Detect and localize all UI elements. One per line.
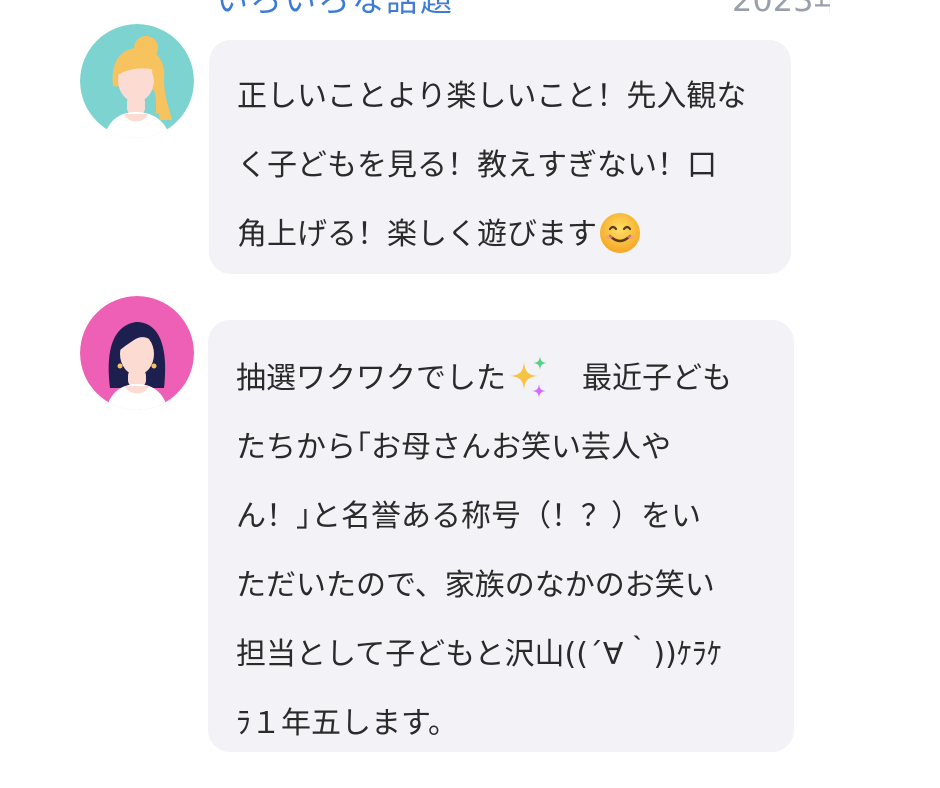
message-text-rest: 最近子ども たちから｢お母さんお笑い芸人や ん！｣と名誉ある称号（！？）をい た… (236, 361, 732, 741)
message-row: 抽選ワクワクでした 最近子ども たちから｢お母さんお笑い芸人や ん！｣と名誉ある… (0, 296, 940, 756)
message-row: 正しいことより楽しいこと！先入観な く子どもを見る！教えすぎない！口 角上げる！… (0, 24, 940, 275)
chat-page: いろいろな話題 2023年 正しいことより楽しいこと！先入観な く子どもを見る！… (0, 0, 940, 788)
avatar-blonde-woman[interactable] (80, 24, 194, 138)
previous-message-date: 2023年 (732, 0, 830, 19)
message-text: 正しいことより楽しいこと！先入観な く子どもを見る！教えすぎない！口 角上げる！… (237, 79, 747, 252)
message-bubble: 正しいことより楽しいこと！先入観な く子どもを見る！教えすぎない！口 角上げる！… (209, 40, 791, 274)
avatar-dark-hair-woman[interactable] (80, 296, 194, 410)
avatar-dark-hair-woman-icon (80, 296, 194, 410)
smiling-face-icon (600, 213, 640, 253)
avatar-blonde-woman-icon (80, 24, 194, 138)
previous-message-fragment: いろいろな話題 2023年 (210, 0, 830, 24)
message-text-start: 抽選ワクワクでした (236, 361, 506, 396)
previous-message-link-text[interactable]: いろいろな話題 (216, 0, 454, 20)
message-bubble: 抽選ワクワクでした 最近子ども たちから｢お母さんお笑い芸人や ん！｣と名誉ある… (208, 320, 794, 752)
sparkles-icon (510, 356, 547, 398)
